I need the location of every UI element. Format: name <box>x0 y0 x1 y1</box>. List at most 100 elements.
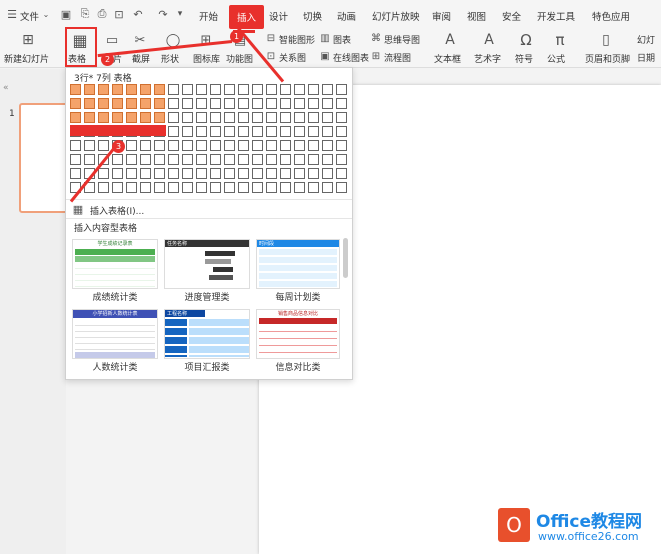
menu-transition[interactable]: 切换 <box>303 9 322 23</box>
grid-cell[interactable] <box>84 98 95 109</box>
grid-cell[interactable] <box>182 140 193 151</box>
grid-cell[interactable] <box>154 112 165 123</box>
export-icon[interactable]: ⎘ <box>79 7 91 20</box>
grid-cell[interactable] <box>224 154 235 165</box>
grid-cell[interactable] <box>308 154 319 165</box>
grid-cell[interactable] <box>322 98 333 109</box>
grid-cell[interactable] <box>336 154 347 165</box>
grid-cell[interactable] <box>126 182 137 193</box>
date-button[interactable]: 日期 <box>637 51 655 64</box>
grid-cell[interactable] <box>182 126 193 137</box>
grid-cell[interactable] <box>224 140 235 151</box>
grid-cell[interactable] <box>322 168 333 179</box>
grid-cell[interactable] <box>294 140 305 151</box>
art-text-button[interactable]: 艺术字 <box>474 52 501 65</box>
grid-cell[interactable] <box>280 140 291 151</box>
menu-animation[interactable]: 动画 <box>337 9 356 23</box>
hamburger-icon[interactable]: ☰ <box>6 8 18 21</box>
header-footer-button[interactable]: 页眉和页脚 <box>585 52 630 65</box>
grid-cell[interactable] <box>308 126 319 137</box>
grid-cell[interactable] <box>336 168 347 179</box>
grid-cell[interactable] <box>266 126 277 137</box>
grid-cell[interactable] <box>294 126 305 137</box>
grid-cell[interactable] <box>84 140 95 151</box>
smart-art-button[interactable]: 智能图形 <box>279 33 315 46</box>
grid-cell[interactable] <box>168 140 179 151</box>
grid-cell[interactable] <box>112 182 123 193</box>
grid-cell[interactable] <box>266 112 277 123</box>
grid-cell[interactable] <box>322 140 333 151</box>
menu-slideshow[interactable]: 幻灯片放映 <box>372 9 420 23</box>
grid-cell[interactable] <box>168 168 179 179</box>
slide-thumbnail[interactable] <box>19 103 69 213</box>
mindmap-button[interactable]: 思维导图 <box>384 33 420 46</box>
slide-number-button[interactable]: 幻灯 <box>637 33 655 46</box>
grid-cell[interactable] <box>336 182 347 193</box>
grid-cell[interactable] <box>322 112 333 123</box>
grid-cell[interactable] <box>154 140 165 151</box>
grid-cell[interactable] <box>182 154 193 165</box>
grid-cell[interactable] <box>280 84 291 95</box>
menu-file[interactable]: 文件 <box>20 9 39 23</box>
grid-cell[interactable] <box>126 140 137 151</box>
grid-cell[interactable] <box>252 98 263 109</box>
grid-cell[interactable] <box>252 140 263 151</box>
grid-cell[interactable] <box>294 154 305 165</box>
grid-cell[interactable] <box>294 112 305 123</box>
grid-cell[interactable] <box>308 98 319 109</box>
grid-cell[interactable] <box>182 98 193 109</box>
grid-cell[interactable] <box>140 182 151 193</box>
grid-cell[interactable] <box>238 126 249 137</box>
grid-cell[interactable] <box>224 182 235 193</box>
grid-cell[interactable] <box>280 154 291 165</box>
grid-cell[interactable] <box>140 112 151 123</box>
menu-review[interactable]: 审阅 <box>432 9 451 23</box>
grid-cell[interactable] <box>182 84 193 95</box>
grid-cell[interactable] <box>238 168 249 179</box>
menu-features[interactable]: 特色应用 <box>592 9 630 23</box>
symbol-icon[interactable]: Ω <box>517 31 535 49</box>
grid-cell[interactable] <box>84 84 95 95</box>
grid-cell[interactable] <box>252 168 263 179</box>
grid-cell[interactable] <box>196 98 207 109</box>
grid-cell[interactable] <box>322 84 333 95</box>
grid-cell[interactable] <box>126 168 137 179</box>
grid-cell[interactable] <box>196 126 207 137</box>
formula-icon[interactable]: π <box>551 31 569 49</box>
grid-cell[interactable] <box>280 168 291 179</box>
grid-cell[interactable] <box>224 168 235 179</box>
grid-cell[interactable] <box>238 98 249 109</box>
grid-cell[interactable] <box>266 168 277 179</box>
grid-cell[interactable] <box>238 112 249 123</box>
grid-cell[interactable] <box>280 98 291 109</box>
menu-home[interactable]: 开始 <box>199 9 218 23</box>
template-grade-stats[interactable]: 学生成绩记录表 <box>72 239 158 289</box>
online-chart-icon[interactable]: ▣ <box>319 50 331 62</box>
grid-cell[interactable] <box>294 168 305 179</box>
print-icon[interactable]: ⎙ <box>96 7 108 20</box>
chart-icon[interactable]: ▥ <box>319 32 331 44</box>
grid-cell[interactable] <box>336 140 347 151</box>
grid-cell[interactable] <box>224 84 235 95</box>
grid-cell[interactable] <box>308 182 319 193</box>
grid-cell[interactable] <box>196 168 207 179</box>
menu-security[interactable]: 安全 <box>502 9 521 23</box>
screenshot-button[interactable]: 截屏 <box>132 52 150 65</box>
grid-cell[interactable] <box>126 154 137 165</box>
textbox-button[interactable]: 文本框 <box>434 52 461 65</box>
grid-cell[interactable] <box>112 168 123 179</box>
grid-cell[interactable] <box>196 154 207 165</box>
grid-cell[interactable] <box>168 112 179 123</box>
function-chart-button[interactable]: 功能图 <box>226 52 253 65</box>
grid-cell[interactable] <box>322 154 333 165</box>
insert-table-option[interactable]: 插入表格(I)... <box>90 204 144 217</box>
grid-cell[interactable] <box>168 84 179 95</box>
grid-cell[interactable] <box>98 140 109 151</box>
template-headcount[interactable]: 小学招新人数统计表 <box>72 309 158 359</box>
grid-cell[interactable] <box>140 168 151 179</box>
collapse-panel-icon[interactable]: « <box>3 83 9 93</box>
grid-cell[interactable] <box>168 98 179 109</box>
grid-cell[interactable] <box>182 168 193 179</box>
chart-button[interactable]: 图表 <box>333 33 351 46</box>
new-slide-button[interactable]: 新建幻灯片 <box>4 52 49 65</box>
